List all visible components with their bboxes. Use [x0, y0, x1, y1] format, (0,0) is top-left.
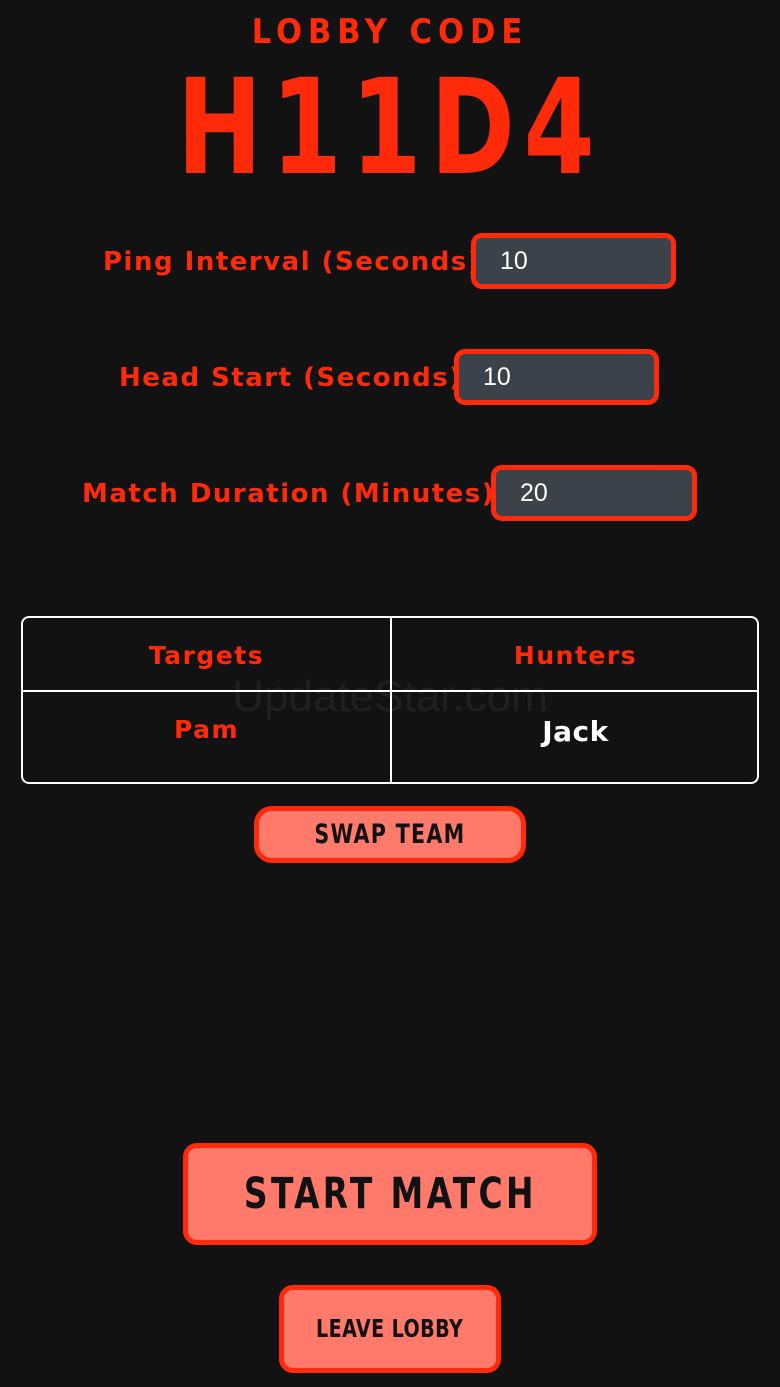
head-start-input[interactable] — [454, 349, 659, 405]
hunters-player: Jack — [542, 715, 609, 748]
lobby-code: H11D4 — [176, 51, 604, 205]
match-duration-label: Match Duration (Minutes) — [82, 479, 496, 509]
ping-interval-input[interactable] — [471, 233, 676, 289]
start-match-label: START MATCH — [243, 1169, 537, 1219]
teams-table: Targets Hunters Pam Jack — [21, 616, 759, 784]
match-duration-input[interactable] — [491, 465, 697, 521]
swap-team-label: SWAP TEAM — [314, 819, 466, 850]
targets-header: Targets — [148, 641, 265, 670]
leave-lobby-button[interactable]: LEAVE LOBBY — [279, 1285, 501, 1373]
lobby-code-label: LOBBY CODE — [251, 12, 529, 52]
head-start-label: Head Start (Seconds) — [119, 363, 463, 393]
targets-player: Pam — [173, 715, 240, 744]
start-match-button[interactable]: START MATCH — [183, 1143, 597, 1245]
leave-lobby-label: LEAVE LOBBY — [316, 1314, 464, 1343]
ping-interval-label: Ping Interval (Seconds) — [103, 247, 482, 277]
swap-team-button[interactable]: SWAP TEAM — [254, 806, 526, 863]
hunters-header: Hunters — [513, 641, 638, 670]
